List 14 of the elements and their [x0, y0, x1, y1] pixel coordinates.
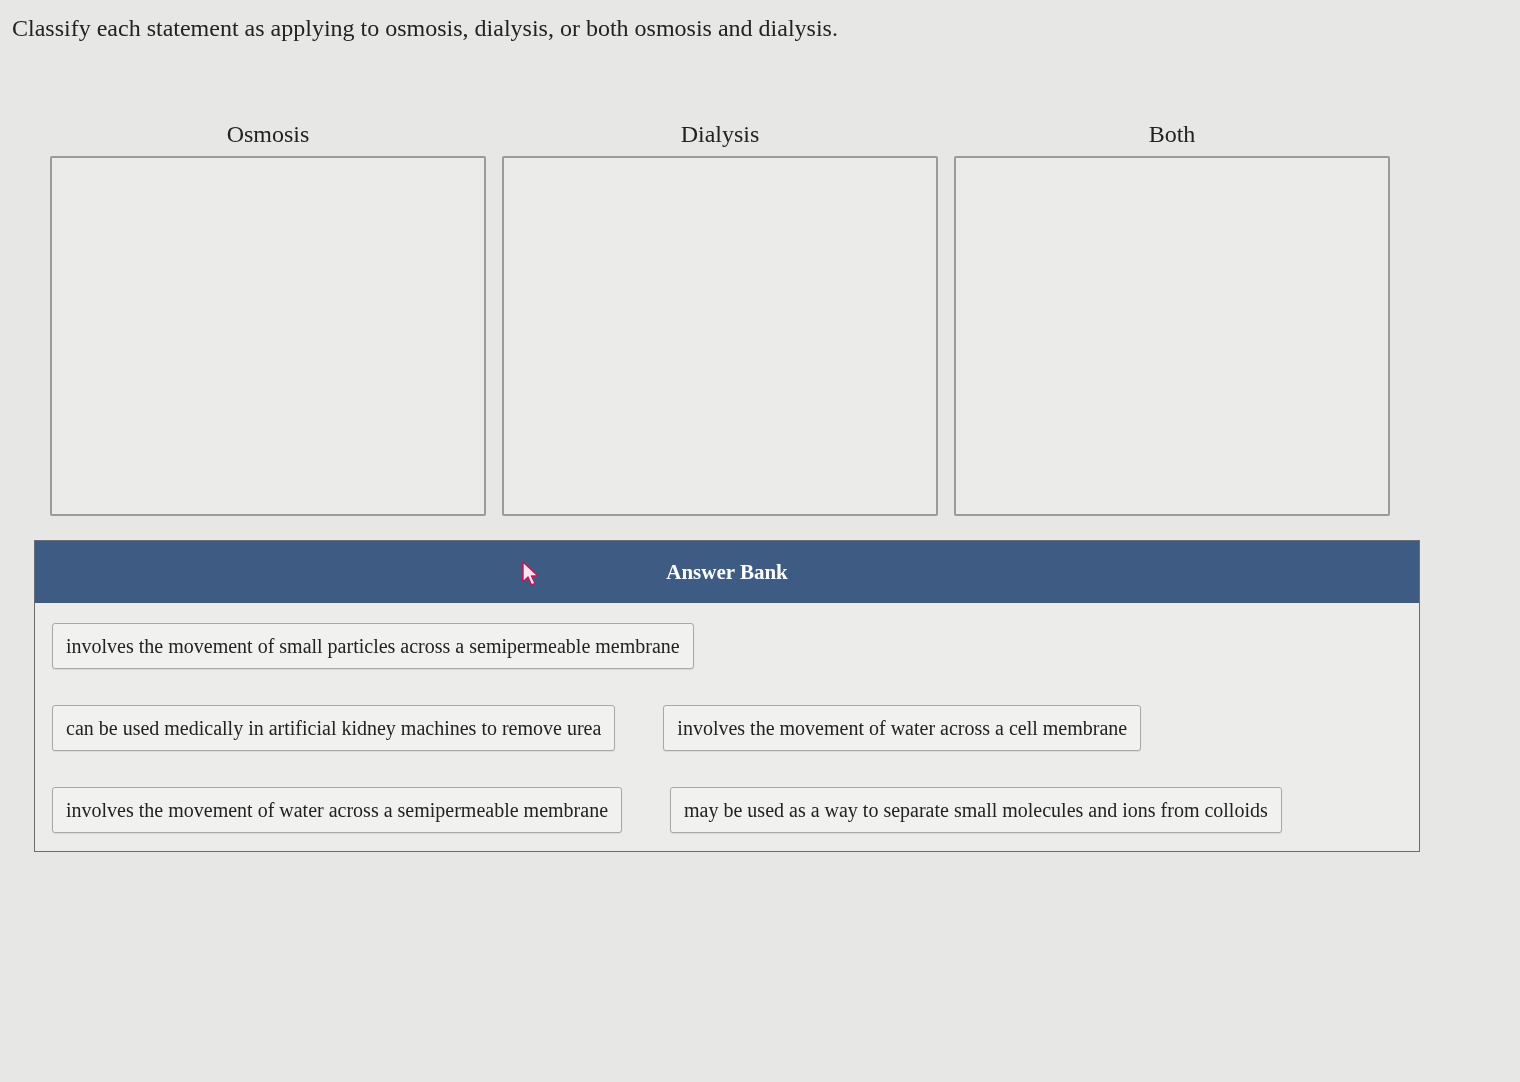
answer-chip[interactable]: may be used as a way to separate small molecules and ions from colloids — [670, 787, 1282, 833]
answer-chip[interactable]: involves the movement of water across a semipermeable membrane — [52, 787, 623, 833]
instruction-text: Classify each statement as applying to osmosis, dialysis, or both osmosis and dialysis. — [12, 14, 838, 42]
answer-chip[interactable]: involves the movement of small particles across a semipermeable membrane — [52, 623, 694, 669]
drop-zone[interactable] — [502, 156, 938, 516]
answer-bank-title: Answer Bank — [666, 560, 788, 584]
answer-chip[interactable]: involves the movement of water across a cell membrane — [663, 705, 1142, 751]
category-label: Osmosis — [226, 120, 310, 148]
category-label: Both — [1148, 120, 1196, 148]
cursor-icon — [522, 561, 540, 587]
answer-chip[interactable]: can be used medically in artificial kidney machines to remove urea — [52, 705, 616, 751]
drop-zone[interactable] — [954, 156, 1390, 516]
drop-zone[interactable] — [50, 156, 486, 516]
category-label: Dialysis — [680, 120, 760, 148]
